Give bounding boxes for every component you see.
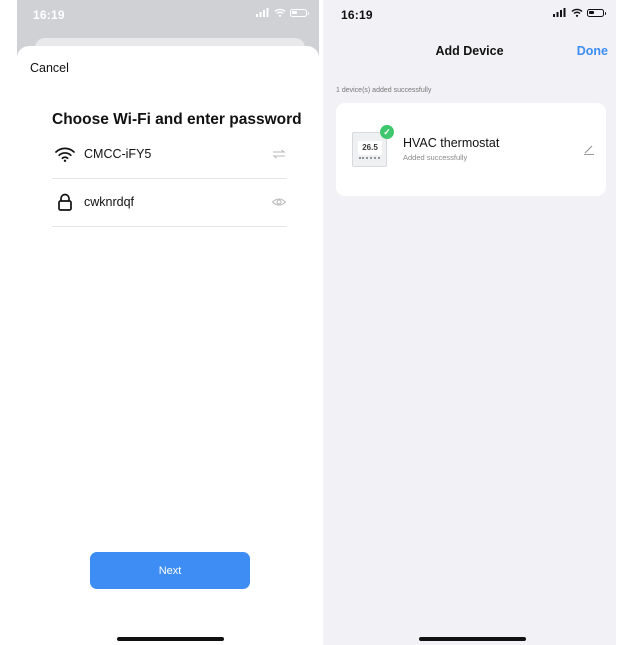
wifi-setup-screen: 16:19 Cancel Choose Wi-Fi and enter pass…: [17, 0, 319, 645]
check-icon: ✓: [380, 125, 394, 139]
status-time: 16:19: [341, 8, 373, 22]
device-name: HVAC thermostat: [403, 136, 500, 150]
device-status: Added successfully: [403, 153, 468, 162]
cancel-button[interactable]: Cancel: [30, 61, 69, 75]
page-title: Choose Wi-Fi and enter password: [52, 111, 302, 128]
wifi-status-icon: [571, 8, 583, 17]
status-time: 16:19: [33, 8, 65, 22]
switch-network-icon[interactable]: [271, 147, 287, 161]
wifi-network-row[interactable]: CMCC-iFY5: [52, 138, 287, 179]
lock-icon: [58, 193, 72, 211]
page-title: Add Device: [435, 44, 504, 58]
cellular-signal-icon: [553, 8, 566, 17]
thumbnail-reading: 26.5: [358, 141, 382, 155]
wifi-icon: [55, 147, 75, 162]
wifi-ssid: CMCC-iFY5: [84, 147, 152, 161]
home-indicator[interactable]: [117, 637, 224, 641]
wifi-sheet: Cancel Choose Wi-Fi and enter password C…: [17, 46, 319, 645]
password-row[interactable]: cwknrdqf: [52, 186, 287, 227]
battery-icon: [290, 8, 309, 17]
next-button[interactable]: Next: [90, 552, 250, 589]
wifi-status-icon: [274, 8, 286, 17]
status-bar: 16:19: [17, 0, 319, 30]
thumbnail-buttons: [359, 157, 380, 162]
password-field[interactable]: cwknrdqf: [84, 195, 134, 209]
eye-icon[interactable]: [271, 195, 287, 209]
done-button[interactable]: Done: [577, 44, 608, 58]
status-bar: 16:19: [323, 0, 616, 30]
device-card[interactable]: 26.5 ✓ HVAC thermostat Added successfull…: [336, 103, 606, 196]
added-message: 1 device(s) added successfully: [336, 87, 432, 94]
cellular-signal-icon: [256, 8, 269, 17]
pencil-icon[interactable]: [582, 142, 596, 156]
add-device-screen: 16:19 Add Device Done 1 device(s) added …: [323, 0, 616, 645]
battery-icon: [587, 8, 606, 17]
home-indicator[interactable]: [419, 637, 526, 641]
